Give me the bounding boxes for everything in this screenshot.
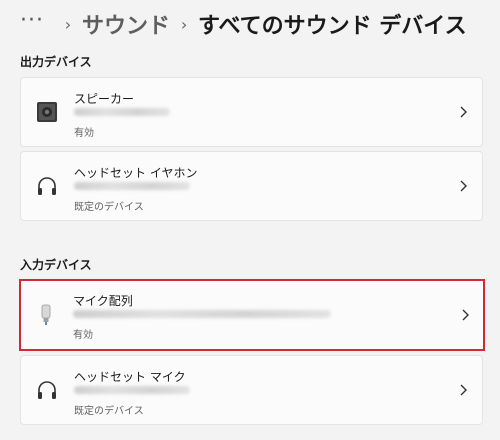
- device-description-redacted: [73, 310, 331, 318]
- headphones-icon: [38, 177, 56, 195]
- page-title: すべてのサウンド デバイス: [198, 14, 467, 39]
- device-card-microphone-array[interactable]: マイク配列 有効: [19, 279, 485, 351]
- breadcrumb-parent-link[interactable]: サウンド: [82, 8, 170, 40]
- speaker-icon: [37, 102, 57, 122]
- breadcrumb: ··· › サウンド › すべてのサウンド デバイス: [20, 4, 467, 44]
- headphones-icon: [38, 381, 56, 399]
- device-card-speaker[interactable]: スピーカー 有効: [20, 77, 483, 147]
- output-devices-heading: 出力デバイス: [20, 55, 92, 69]
- device-description-redacted: [74, 182, 190, 190]
- device-status: 既定のデバイス: [74, 406, 144, 417]
- breadcrumb-separator-icon: ›: [64, 14, 72, 34]
- device-description-redacted: [74, 386, 190, 394]
- device-status: 既定のデバイス: [74, 202, 144, 213]
- input-devices-heading: 入力デバイス: [20, 258, 92, 272]
- chevron-right-icon: [460, 180, 467, 192]
- device-name: マイク配列: [73, 294, 133, 308]
- device-description-redacted: [74, 108, 170, 116]
- device-name: ヘッドセット マイク: [74, 370, 186, 384]
- device-card-headset-microphone[interactable]: ヘッドセット マイク 既定のデバイス: [20, 355, 483, 425]
- device-card-headset-earphones[interactable]: ヘッドセット イヤホン 既定のデバイス: [20, 151, 483, 221]
- chevron-right-icon: [460, 384, 467, 396]
- device-name: ヘッドセット イヤホン: [74, 166, 198, 180]
- microphone-icon: [41, 304, 51, 325]
- chevron-right-icon: [462, 309, 469, 321]
- device-name: スピーカー: [74, 92, 135, 106]
- device-status: 有効: [73, 330, 93, 341]
- more-icon[interactable]: ···: [20, 8, 54, 33]
- device-status: 有効: [74, 128, 94, 139]
- chevron-right-icon: [460, 106, 467, 118]
- breadcrumb-separator-icon: ›: [180, 14, 188, 34]
